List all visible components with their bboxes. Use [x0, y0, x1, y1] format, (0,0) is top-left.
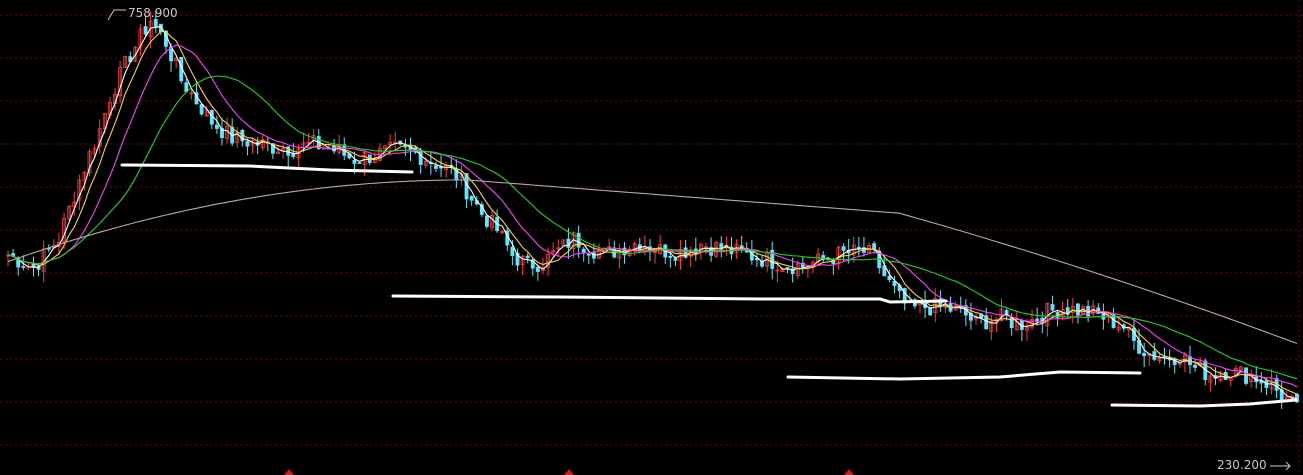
- candle-body: [418, 150, 423, 165]
- candle-body: [352, 159, 357, 164]
- candle-body: [153, 19, 158, 27]
- candle-body: [469, 196, 474, 201]
- candle-body: [245, 140, 250, 147]
- chart-background: [0, 0, 1303, 475]
- candle-body: [887, 275, 892, 281]
- candle-body: [214, 124, 219, 129]
- candle-body: [1050, 304, 1055, 311]
- candle-body: [143, 26, 148, 35]
- candle-body: [581, 248, 586, 253]
- candle-body: [535, 267, 540, 272]
- candle-body: [525, 255, 530, 259]
- candle-body: [673, 258, 678, 261]
- candle-body: [928, 307, 933, 316]
- candle-body: [841, 246, 846, 251]
- candle-body: [434, 165, 438, 169]
- min-price-label: 230.200: [1217, 458, 1267, 472]
- candle-body: [1035, 318, 1040, 322]
- candle-body: [510, 246, 515, 256]
- stock-chart: [0, 0, 1303, 475]
- candle-body: [1193, 364, 1198, 368]
- candle-body: [484, 215, 489, 227]
- candle-body: [1142, 352, 1147, 357]
- candle-body: [576, 232, 581, 248]
- candle-body: [291, 153, 296, 157]
- candle-body: [21, 266, 26, 268]
- candle-body: [199, 104, 204, 115]
- candle-body: [586, 253, 591, 256]
- candle-body: [1075, 303, 1080, 316]
- max-price-label: 758.900: [128, 6, 178, 20]
- candle-body: [184, 82, 189, 93]
- candle-body: [668, 255, 673, 258]
- candle-body: [357, 162, 362, 165]
